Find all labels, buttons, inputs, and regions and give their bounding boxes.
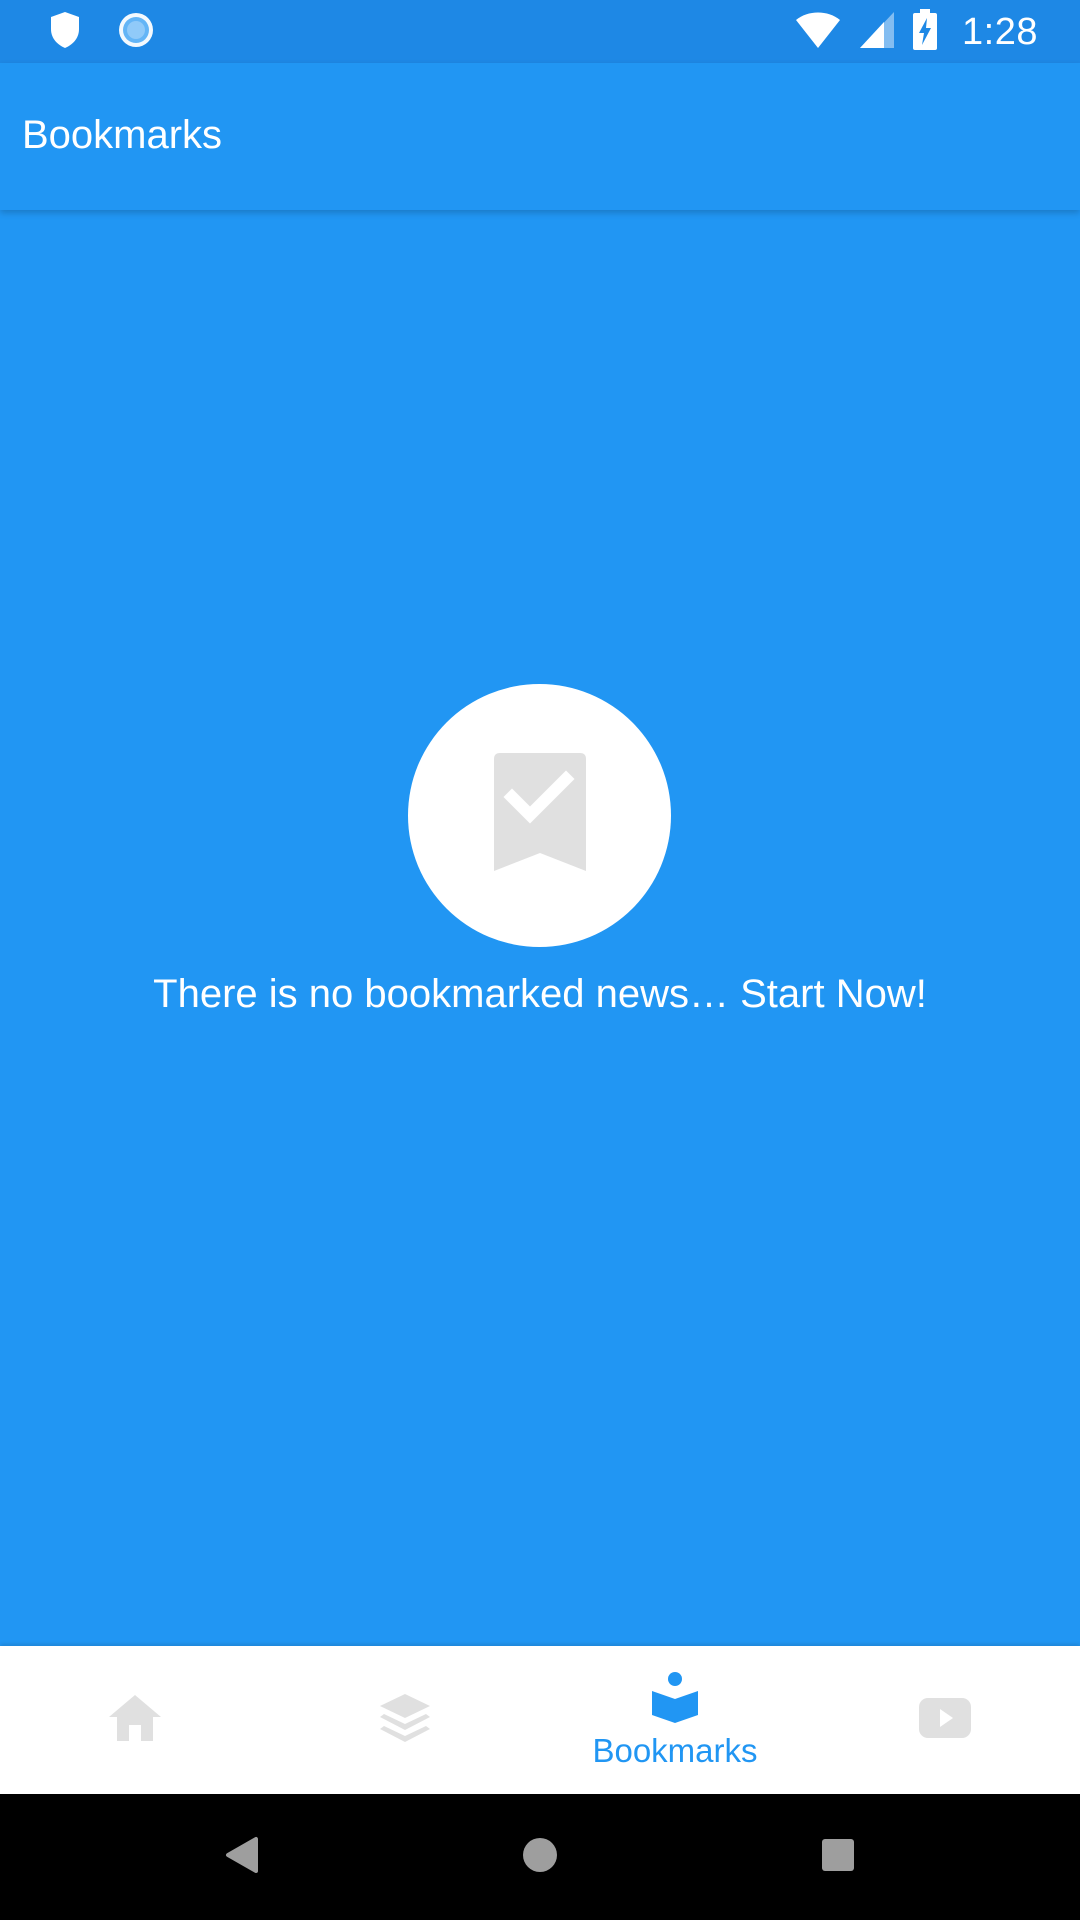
sync-icon xyxy=(116,10,156,55)
shield-icon xyxy=(48,10,82,55)
page-title: Bookmarks xyxy=(22,113,223,157)
status-time: 1:28 xyxy=(962,10,1038,53)
status-right-icons: 1:28 xyxy=(794,8,1038,56)
cell-signal-icon xyxy=(858,10,896,55)
bookmarks-content: There is no bookmarked news… Start Now! xyxy=(0,210,1080,1646)
system-back-button[interactable] xyxy=(182,1794,302,1920)
layers-icon xyxy=(378,1692,432,1749)
nav-tab-home[interactable] xyxy=(0,1646,270,1794)
nav-tab-bookmarks[interactable]: Bookmarks xyxy=(540,1646,810,1794)
app-bar: Bookmarks xyxy=(0,63,1080,210)
bottom-navigation: Bookmarks xyxy=(0,1646,1080,1794)
reader-bookmark-icon xyxy=(650,1671,700,1728)
wifi-icon xyxy=(794,10,842,55)
nav-tab-topics[interactable] xyxy=(270,1646,540,1794)
nav-tab-videos[interactable] xyxy=(810,1646,1080,1794)
system-home-button[interactable] xyxy=(480,1794,600,1920)
system-recents-button[interactable] xyxy=(778,1794,898,1920)
battery-charging-icon xyxy=(912,8,938,56)
back-icon xyxy=(224,1835,260,1880)
home-circle-icon xyxy=(521,1836,559,1879)
status-bar: 1:28 xyxy=(0,0,1080,63)
home-icon xyxy=(107,1693,163,1748)
status-left-icons xyxy=(48,10,156,54)
recents-icon xyxy=(821,1838,855,1877)
system-navigation-bar xyxy=(0,1794,1080,1920)
empty-state-message: There is no bookmarked news… Start Now! xyxy=(153,972,927,1016)
empty-state-circle xyxy=(408,684,671,947)
video-play-icon xyxy=(917,1696,973,1745)
nav-tab-bookmarks-label: Bookmarks xyxy=(592,1731,758,1769)
bookmark-check-icon xyxy=(493,753,586,878)
